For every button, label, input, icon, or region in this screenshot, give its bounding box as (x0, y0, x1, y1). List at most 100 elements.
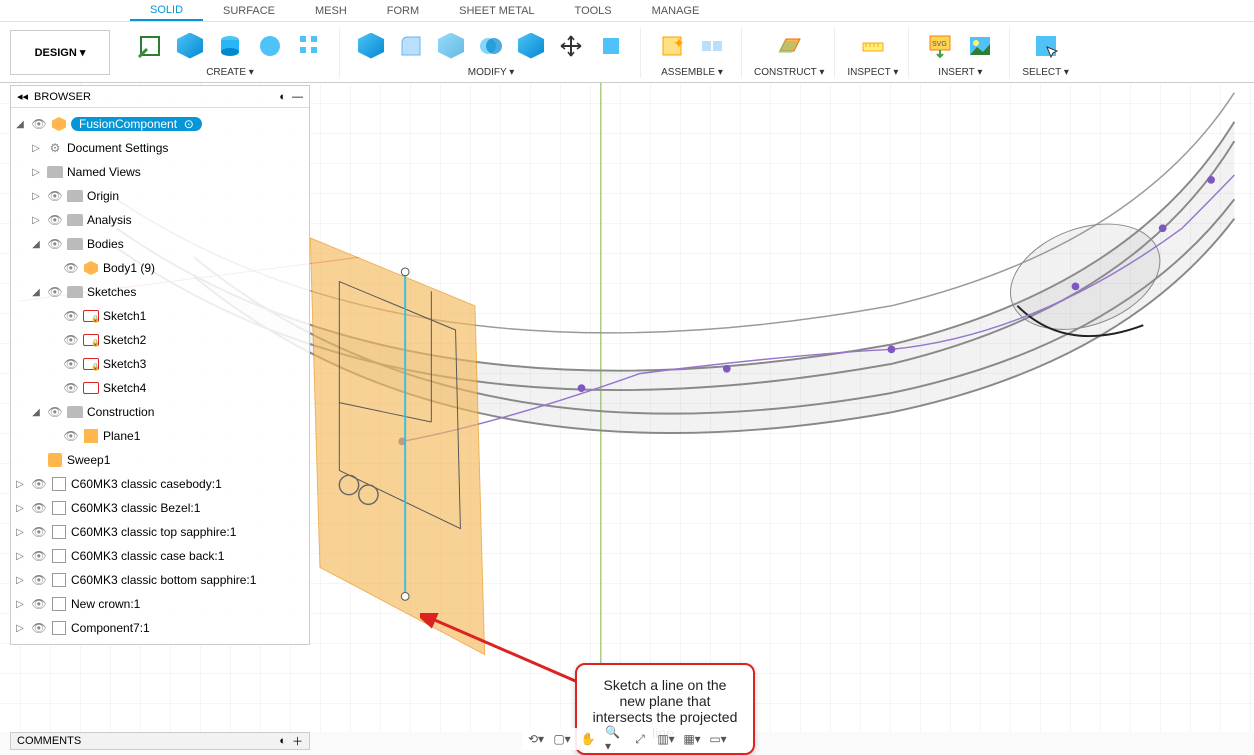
browser-settings-icon[interactable]: ◐ (279, 91, 286, 103)
inspect-label[interactable]: INSPECT ▾ (847, 65, 898, 78)
group-insert: SVG INSERT ▾ (921, 27, 1010, 78)
fit-icon[interactable]: ⤢ (630, 730, 650, 748)
tab-surface[interactable]: SURFACE (203, 2, 295, 20)
svg-text:✦: ✦ (673, 35, 685, 51)
tree-sketch3[interactable]: 👁 Sketch3 (13, 352, 307, 376)
tree-comp-component7[interactable]: ▷👁 Component7:1 (13, 616, 307, 640)
viewport-icon[interactable]: ▭▾ (708, 730, 728, 748)
browser-tree: ◢👁 FusionComponent ⊙ ▷⚙ Document Setting… (11, 108, 309, 644)
joint-icon[interactable] (695, 29, 729, 63)
tree-sketch2[interactable]: 👁 Sketch2 (13, 328, 307, 352)
tree-analysis[interactable]: ▷👁 Analysis (13, 208, 307, 232)
sketch4-label: Sketch4 (103, 381, 146, 395)
pan-icon[interactable]: ✋ (578, 730, 598, 748)
root-label: FusionComponent (79, 117, 177, 131)
tab-manage[interactable]: MANAGE (632, 2, 720, 20)
sketches-label: Sketches (87, 285, 136, 299)
tab-solid[interactable]: SOLID (130, 1, 203, 21)
c2-label: C60MK3 classic Bezel:1 (71, 501, 200, 515)
split-icon[interactable] (514, 29, 548, 63)
display-icon[interactable]: ▥▾ (656, 730, 676, 748)
named-views-label: Named Views (67, 165, 141, 179)
move-icon[interactable] (554, 29, 588, 63)
grid-icon[interactable]: ▦▾ (682, 730, 702, 748)
doc-settings-label: Document Settings (67, 141, 168, 155)
browser-title: BROWSER (34, 91, 91, 103)
tab-sheetmetal[interactable]: SHEET METAL (439, 2, 554, 20)
insert-label[interactable]: INSERT ▾ (938, 65, 982, 78)
bodies-label: Bodies (87, 237, 124, 251)
toolbar: DESIGN ▾ CREATE ▾ MODIFY ▾ (0, 22, 1254, 82)
insert-image-icon[interactable] (963, 29, 997, 63)
group-assemble: ✦ ASSEMBLE ▾ (653, 27, 742, 78)
tree-body1[interactable]: 👁 Body1 (9) (13, 256, 307, 280)
tree-origin[interactable]: ▷👁 Origin (13, 184, 307, 208)
browser-collapse-icon[interactable]: ◂◂ (17, 90, 28, 103)
c6-label: New crown:1 (71, 597, 140, 611)
create-label[interactable]: CREATE ▾ (206, 65, 254, 78)
tree-doc-settings[interactable]: ▷⚙ Document Settings (13, 136, 307, 160)
tree-comp-bezel[interactable]: ▷👁 C60MK3 classic Bezel:1 (13, 496, 307, 520)
assemble-label[interactable]: ASSEMBLE ▾ (661, 65, 723, 78)
analysis-label: Analysis (87, 213, 132, 227)
tree-named-views[interactable]: ▷ Named Views (13, 160, 307, 184)
tree-sweep1[interactable]: Sweep1 (13, 448, 307, 472)
create-sketch-icon[interactable] (133, 29, 167, 63)
sweep1-label: Sweep1 (67, 453, 110, 467)
cylinder-icon[interactable] (213, 29, 247, 63)
tree-root[interactable]: ◢👁 FusionComponent ⊙ (13, 112, 307, 136)
select-icon[interactable] (1029, 29, 1063, 63)
tab-mesh[interactable]: MESH (295, 2, 367, 20)
tree-comp-top-sapphire[interactable]: ▷👁 C60MK3 classic top sapphire:1 (13, 520, 307, 544)
c4-label: C60MK3 classic case back:1 (71, 549, 224, 563)
c5-label: C60MK3 classic bottom sapphire:1 (71, 573, 256, 587)
comments-label: COMMENTS (17, 735, 81, 747)
browser-minimize-icon[interactable]: — (292, 91, 303, 103)
tree-sketch4[interactable]: 👁 Sketch4 (13, 376, 307, 400)
tree-comp-caseback[interactable]: ▷👁 C60MK3 classic case back:1 (13, 544, 307, 568)
tree-plane1[interactable]: 👁 Plane1 (13, 424, 307, 448)
tab-tools[interactable]: TOOLS (555, 2, 632, 20)
sketch2-label: Sketch2 (103, 333, 146, 347)
c3-label: C60MK3 classic top sapphire:1 (71, 525, 236, 539)
orbit-icon[interactable]: ⟲▾ (526, 730, 546, 748)
plane1-label: Plane1 (103, 429, 140, 443)
insert-svg-icon[interactable]: SVG (923, 29, 957, 63)
comments-settings-icon[interactable]: ◐ (279, 735, 286, 747)
select-label[interactable]: SELECT ▾ (1022, 65, 1069, 78)
shell-icon[interactable] (434, 29, 468, 63)
presspull-icon[interactable] (354, 29, 388, 63)
ribbon: SOLID SURFACE MESH FORM SHEET METAL TOOL… (0, 0, 1254, 83)
construct-label[interactable]: CONSTRUCT ▾ (754, 65, 824, 78)
tree-comp-new-crown[interactable]: ▷👁 New crown:1 (13, 592, 307, 616)
align-icon[interactable] (594, 29, 628, 63)
tree-sketch1[interactable]: 👁 Sketch1 (13, 304, 307, 328)
construction-label: Construction (87, 405, 154, 419)
sphere-icon[interactable] (253, 29, 287, 63)
tree-comp-casebody[interactable]: ▷👁 C60MK3 classic casebody:1 (13, 472, 307, 496)
new-component-icon[interactable]: ✦ (655, 29, 689, 63)
tab-form[interactable]: FORM (367, 2, 439, 20)
tree-comp-bottom-sapphire[interactable]: ▷👁 C60MK3 classic bottom sapphire:1 (13, 568, 307, 592)
body1-label: Body1 (9) (103, 261, 155, 275)
tree-construction[interactable]: ◢👁 Construction (13, 400, 307, 424)
box-icon[interactable] (173, 29, 207, 63)
zoom-icon[interactable]: 🔍▾ (604, 730, 624, 748)
modify-label[interactable]: MODIFY ▾ (468, 65, 515, 78)
tree-sketches[interactable]: ◢👁 Sketches (13, 280, 307, 304)
ribbon-tabs: SOLID SURFACE MESH FORM SHEET METAL TOOL… (0, 0, 1254, 22)
group-create: CREATE ▾ (131, 27, 340, 78)
comments-expand-icon[interactable]: ＋ (292, 733, 303, 749)
pattern-icon[interactable] (293, 29, 327, 63)
comments-bar[interactable]: COMMENTS ◐ ＋ (10, 732, 310, 750)
group-select: SELECT ▾ (1022, 27, 1079, 78)
group-inspect: INSPECT ▾ (847, 27, 909, 78)
workspace-switcher[interactable]: DESIGN ▾ (10, 30, 110, 75)
fillet-icon[interactable] (394, 29, 428, 63)
lookat-icon[interactable]: ▢▾ (552, 730, 572, 748)
combine-icon[interactable] (474, 29, 508, 63)
c1-label: C60MK3 classic casebody:1 (71, 477, 222, 491)
measure-icon[interactable] (856, 29, 890, 63)
tree-bodies[interactable]: ◢👁 Bodies (13, 232, 307, 256)
construct-plane-icon[interactable] (772, 29, 806, 63)
